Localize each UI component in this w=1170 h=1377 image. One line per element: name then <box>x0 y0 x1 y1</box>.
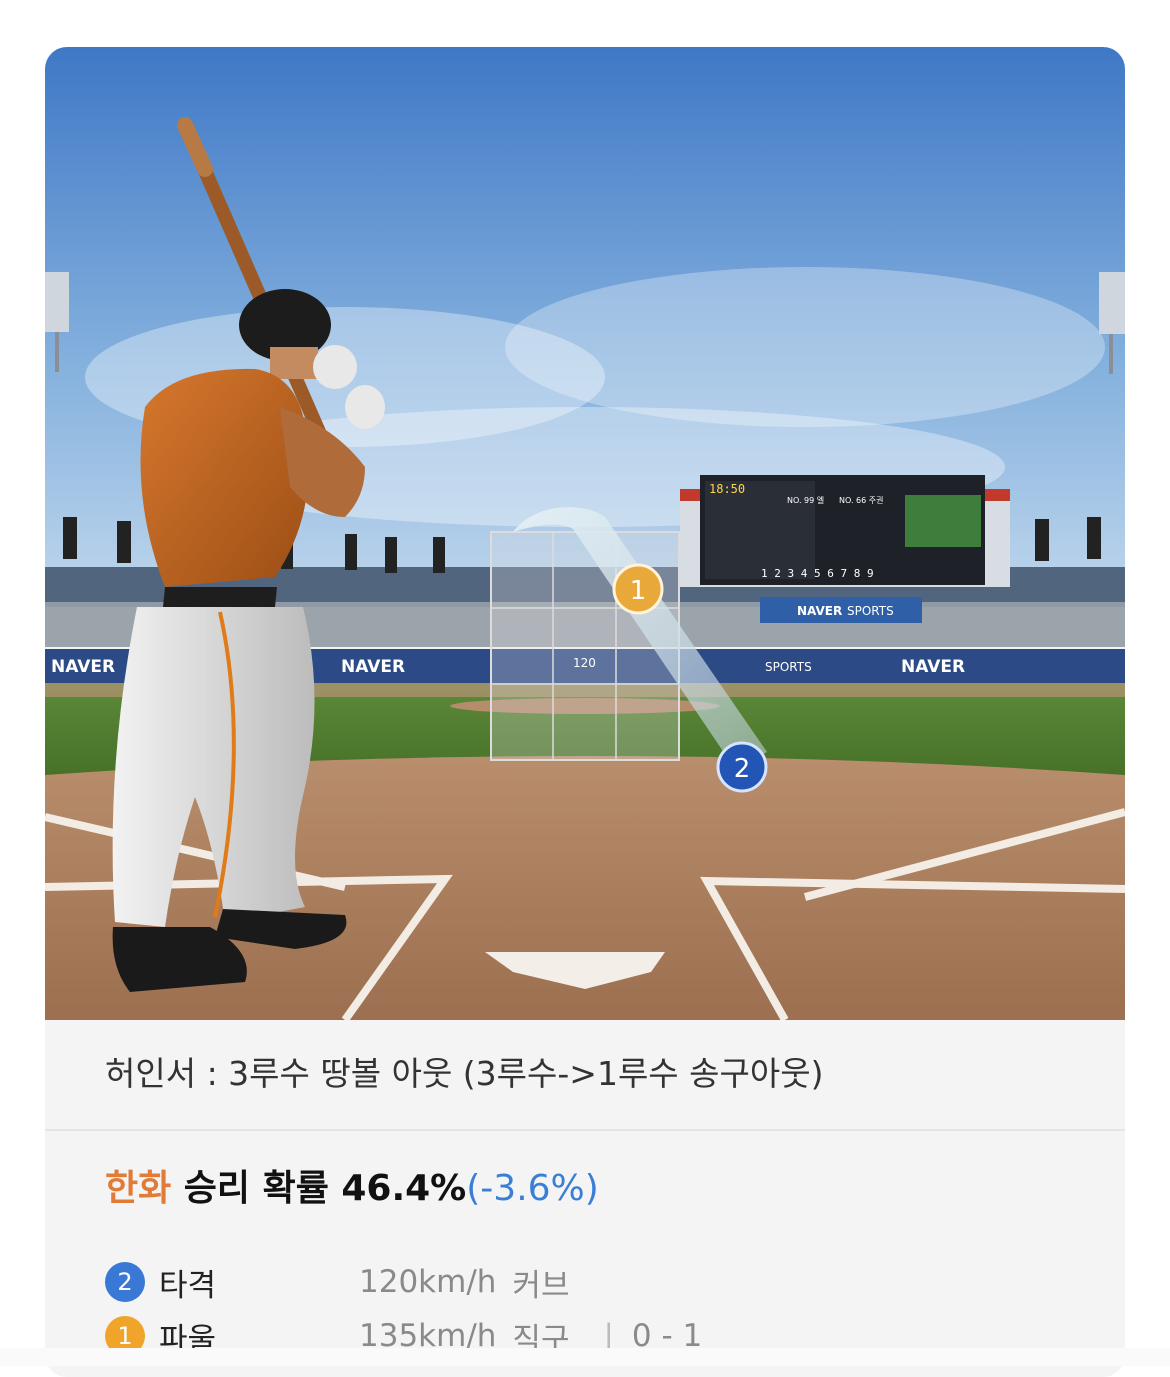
svg-text:NAVER: NAVER <box>51 657 115 677</box>
pitch-marker-1[interactable]: 1 <box>612 563 664 615</box>
svg-text:NO. 99 엘: NO. 99 엘 <box>787 495 824 505</box>
svg-text:NAVER: NAVER <box>797 604 842 618</box>
team-name: 한화 <box>105 1168 172 1209</box>
pitch-type: 커브 <box>512 1267 570 1304</box>
svg-text:18:50: 18:50 <box>709 482 745 496</box>
svg-text:1: 1 <box>630 576 647 606</box>
play-description: 허인서 : 3루수 땅볼 아웃 (3루수->1루수 송구아웃) <box>105 1054 824 1093</box>
win-probability-delta: (-3.6%) <box>466 1168 599 1209</box>
win-probability-value: 46.4% <box>341 1168 467 1209</box>
svg-text:NO. 66 주권: NO. 66 주권 <box>839 495 884 505</box>
pitch-number-badge: 2 <box>105 1262 145 1302</box>
game-card: 18:50 NO. 99 엘 NO. 66 주권 1 2 3 4 5 6 7 8… <box>45 47 1125 1377</box>
svg-text:SPORTS: SPORTS <box>847 604 894 618</box>
svg-text:SPORTS: SPORTS <box>765 660 812 674</box>
pitch-row: 2 타격 120km/h 커브 <box>105 1258 585 1306</box>
strike-zone: 120 <box>490 531 680 761</box>
svg-text:2: 2 <box>734 754 751 784</box>
svg-text:NAVER: NAVER <box>901 657 965 677</box>
svg-text:120: 120 <box>573 656 596 670</box>
win-probability: 한화 승리 확률 46.4%(-3.6%) <box>105 1159 599 1211</box>
pitch-result: 타격 <box>159 1267 217 1304</box>
svg-text:1 2 3 4 5 6 7 8 9: 1 2 3 4 5 6 7 8 9 <box>761 567 874 580</box>
bottom-edge <box>0 1348 1170 1366</box>
pitch-marker-2[interactable]: 2 <box>716 741 768 793</box>
divider <box>45 1129 1125 1131</box>
svg-text:NAVER: NAVER <box>341 657 405 677</box>
win-probability-label: 승리 확률 <box>183 1168 329 1209</box>
pitch-speed: 120km/h <box>359 1264 497 1300</box>
pitch-visualization: 18:50 NO. 99 엘 NO. 66 주권 1 2 3 4 5 6 7 8… <box>45 47 1125 1020</box>
